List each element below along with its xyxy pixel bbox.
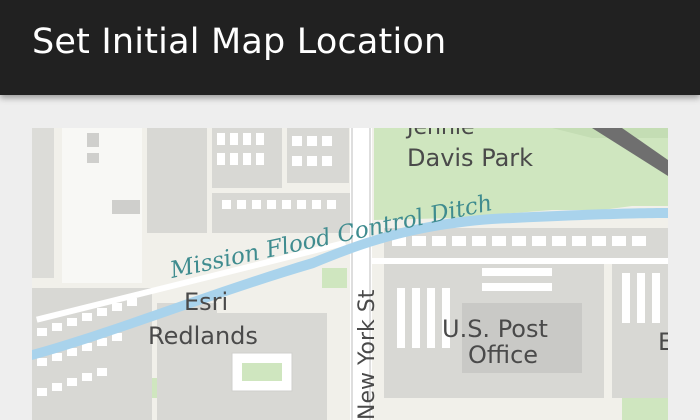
edge-label: E bbox=[658, 328, 668, 356]
post-office-label-line2: Office bbox=[468, 341, 538, 369]
esri-label-line1: Esri bbox=[184, 288, 228, 316]
app-bar: Set Initial Map Location bbox=[0, 0, 700, 95]
app-title: Set Initial Map Location bbox=[32, 22, 447, 62]
park-top-label: Jennie bbox=[405, 128, 475, 140]
map-view[interactable]: Jennie Davis Park Mission Flood Control … bbox=[32, 128, 668, 420]
esri-label-line2: Redlands bbox=[148, 322, 258, 350]
post-office-label-line1: U.S. Post bbox=[442, 315, 548, 343]
map-canvas[interactable]: Jennie Davis Park Mission Flood Control … bbox=[32, 128, 668, 420]
street-label: New York St bbox=[355, 289, 380, 420]
park-label: Davis Park bbox=[407, 144, 533, 172]
